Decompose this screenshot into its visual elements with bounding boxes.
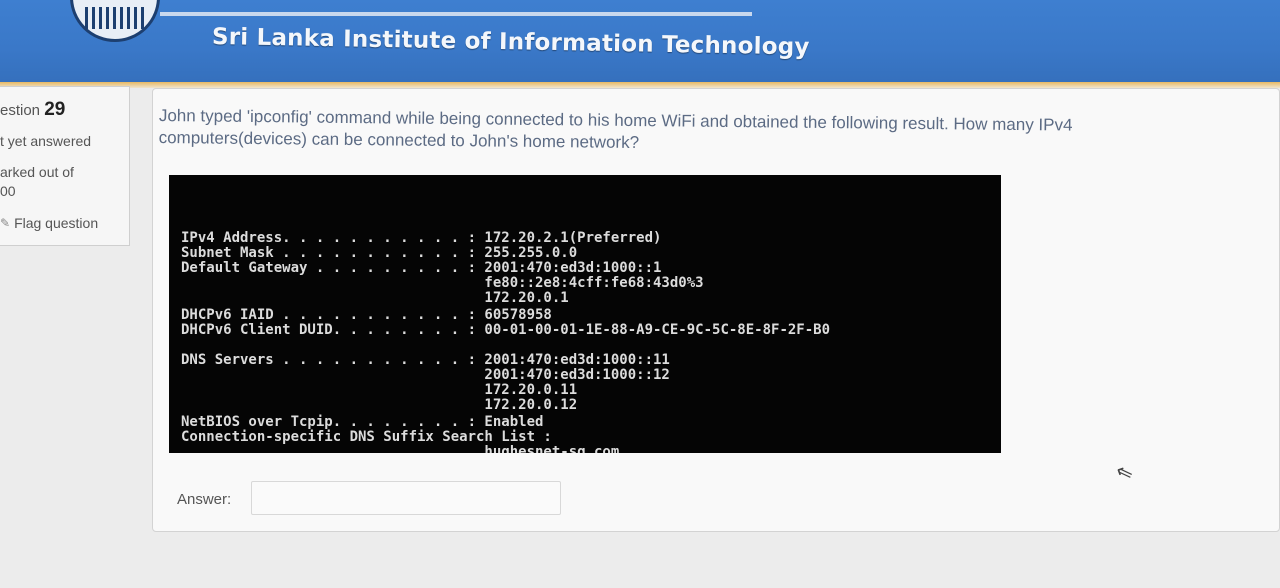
terminal-line: 172.20.0.1 (181, 290, 569, 306)
terminal-line: 2001:470:ed3d:1000::12 (181, 367, 670, 383)
header-divider (160, 12, 752, 16)
terminal-line: Connection-specific DNS Suffix Search Li… (181, 429, 552, 445)
terminal-line: Default Gateway . . . . . . . . . : 2001… (181, 260, 662, 276)
answer-input[interactable] (251, 481, 561, 515)
answer-label: Answer: (177, 491, 232, 508)
terminal-line: Subnet Mask . . . . . . . . . . . : 255.… (181, 245, 578, 261)
terminal-line: DNS Servers . . . . . . . . . . . : 2001… (181, 352, 670, 368)
marks-value: 00 (0, 183, 16, 199)
flag-question-link[interactable]: ✎ Flag question (0, 215, 98, 231)
question-text: John typed 'ipconfig' command while bein… (159, 105, 1259, 161)
marks-label: arked out of (0, 164, 74, 180)
terminal-line: DHCPv6 Client DUID. . . . . . . . : 00-0… (181, 322, 831, 338)
terminal-line: IPv4 Address. . . . . . . . . . . : 172.… (181, 230, 662, 246)
ipconfig-output-image: IPv4 Address. . . . . . . . . . . : 172.… (169, 175, 1001, 453)
flag-question-label: Flag question (14, 215, 99, 231)
question-panel: John typed 'ipconfig' command while bein… (152, 88, 1280, 532)
terminal-line: fe80::2e8:4cff:fe68:43d0%3 (181, 275, 704, 291)
flag-icon: ✎ (0, 216, 11, 230)
question-info-panel: estion 29 t yet answered arked out of 00… (0, 86, 130, 246)
institute-logo[interactable] (70, 0, 160, 42)
site-header: Sri Lanka Institute of Information Techn… (0, 0, 1280, 82)
terminal-line: NetBIOS over Tcpip. . . . . . . . : Enab… (181, 414, 544, 430)
question-label: estion (0, 102, 41, 119)
question-number: estion 29 (0, 99, 65, 121)
terminal-line: hughesnet-sg.com (181, 444, 620, 454)
terminal-line: DHCPv6 IAID . . . . . . . . . . . : 6057… (181, 307, 552, 323)
question-number-value: 29 (44, 99, 66, 120)
site-title: Sri Lanka Institute of Information Techn… (211, 24, 810, 61)
question-marks: arked out of 00 (0, 163, 110, 201)
terminal-line: 172.20.0.12 (181, 397, 578, 413)
terminal-line: 172.20.0.11 (181, 382, 578, 398)
question-status: t yet answered (0, 133, 92, 149)
